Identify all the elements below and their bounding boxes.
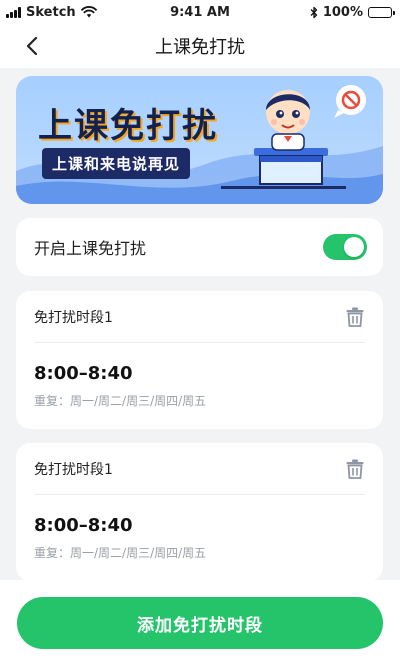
wifi-icon <box>80 6 97 18</box>
period-header: 免打扰时段1 <box>34 443 365 495</box>
trash-icon <box>346 459 364 479</box>
back-button[interactable] <box>20 34 44 58</box>
add-period-button[interactable]: 添加免打扰时段 <box>17 597 383 649</box>
status-right: 100% <box>310 4 395 20</box>
period-time: 8:00–8:40 <box>34 515 133 536</box>
period-card[interactable]: 免打扰时段1 8:00–8:40 重复：周一/周二/周三/周四/周五 <box>16 291 383 429</box>
period-card[interactable]: 免打扰时段1 8:00–8:40 重复：周一/周二/周三/周四/周五 <box>16 443 383 581</box>
battery-percent: 100% <box>322 4 363 20</box>
period-repeat: 重复：周一/周二/周三/周四/周五 <box>34 394 207 408</box>
battery-icon <box>368 6 395 18</box>
nav-bar: 上课免打扰 <box>0 24 400 68</box>
banner-subtitle: 上课和来电说再见 <box>42 148 191 179</box>
delete-button[interactable] <box>345 306 365 328</box>
bluetooth-icon <box>310 6 317 18</box>
dnd-toggle-row: 开启上课免打扰 <box>16 218 383 276</box>
dnd-toggle-label: 开启上课免打扰 <box>34 239 147 258</box>
period-time: 8:00–8:40 <box>34 363 133 384</box>
footer: 添加免打扰时段 <box>0 580 400 666</box>
trash-icon <box>346 307 364 327</box>
status-left: Sketch <box>6 5 97 20</box>
page-title: 上课免打扰 <box>155 37 245 58</box>
status-bar: Sketch 9:41 AM 100% <box>0 0 400 24</box>
chevron-left-icon <box>26 36 38 56</box>
period-header: 免打扰时段1 <box>34 291 365 343</box>
carrier-label: Sketch <box>26 4 76 20</box>
period-name: 免打扰时段1 <box>34 309 113 326</box>
period-repeat: 重复：周一/周二/周三/周四/周五 <box>34 546 207 560</box>
period-name: 免打扰时段1 <box>34 461 113 478</box>
delete-button[interactable] <box>345 458 365 480</box>
signal-icon <box>6 6 21 18</box>
banner-title: 上课免打扰 <box>38 106 218 146</box>
switch-knob <box>344 237 364 257</box>
dnd-toggle-switch[interactable] <box>323 234 367 260</box>
banner: 上课免打扰 上课和来电说再见 <box>16 76 383 204</box>
